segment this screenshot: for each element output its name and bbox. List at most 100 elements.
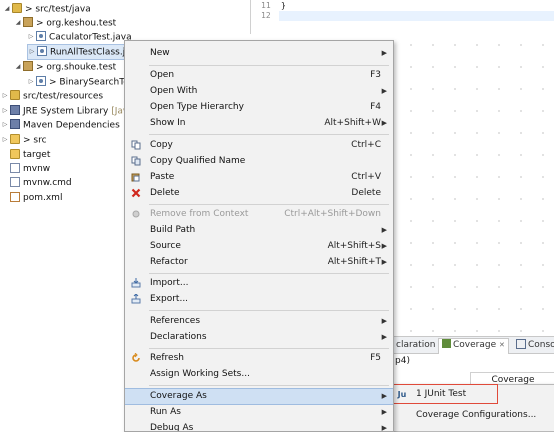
code-editor[interactable]: 11 } 12 bbox=[250, 0, 554, 34]
paste-icon bbox=[131, 173, 140, 182]
tree-item-maven-dependencies[interactable]: ▷ Maven Dependencies bbox=[1, 118, 120, 132]
tree-item-binary-search[interactable]: ▷ > BinarySearchTe bbox=[27, 75, 129, 89]
coverage-icon bbox=[442, 339, 451, 348]
submenu-arrow-icon: ▶ bbox=[381, 317, 387, 325]
menu-item-copy-qualified-name[interactable]: Copy Qualified Name bbox=[125, 153, 393, 169]
menu-item-assign-working-sets[interactable]: Assign Working Sets... bbox=[125, 366, 393, 382]
expand-arrow-icon[interactable]: ▷ bbox=[1, 118, 9, 132]
source-folder-icon bbox=[12, 3, 22, 13]
menu-item-build-path[interactable]: Build Path ▶ bbox=[125, 222, 393, 238]
tree-item-target[interactable]: target bbox=[10, 148, 50, 162]
java-file-icon bbox=[37, 46, 47, 56]
file-icon bbox=[10, 176, 20, 187]
tree-item-label: BinarySearchTe bbox=[59, 77, 129, 88]
menu-item-export[interactable]: Export... bbox=[125, 291, 393, 307]
shortcut-label: F3 bbox=[370, 70, 381, 80]
tab-console[interactable]: Conso bbox=[516, 338, 554, 352]
line-number: 12 bbox=[261, 11, 271, 20]
library-icon bbox=[10, 105, 20, 115]
expand-arrow-icon[interactable]: ▷ bbox=[1, 89, 9, 103]
menu-separator bbox=[149, 65, 389, 66]
menu-separator bbox=[149, 273, 389, 274]
tree-item-mvnw[interactable]: mvnw bbox=[10, 162, 50, 176]
collapse-arrow-icon[interactable]: ◢ bbox=[14, 60, 22, 74]
tree-item-package-shouke[interactable]: ◢ > org.shouke.test bbox=[14, 60, 116, 74]
menu-item-open-type-hierarchy[interactable]: Open Type Hierarchy F4 bbox=[125, 99, 393, 115]
shortcut-label: Ctrl+V bbox=[351, 172, 381, 182]
menu-separator bbox=[149, 385, 389, 386]
submenu-arrow-icon: ▶ bbox=[381, 333, 387, 341]
menu-separator bbox=[149, 348, 389, 349]
tree-item-label: target bbox=[23, 150, 51, 160]
code-line: } bbox=[281, 1, 286, 10]
xml-file-icon bbox=[10, 191, 20, 202]
remove-context-icon bbox=[132, 210, 140, 218]
menu-item-source[interactable]: Source Alt+Shift+S ▶ bbox=[125, 238, 393, 254]
tree-item-label: pom.xml bbox=[23, 193, 63, 203]
tree-item-src-test-resources[interactable]: ▷ src/test/resources bbox=[1, 89, 103, 103]
expand-arrow-icon[interactable]: ▷ bbox=[27, 75, 35, 89]
tree-item-label: mvnw bbox=[23, 164, 51, 174]
shortcut-label: Ctrl+C bbox=[351, 140, 381, 150]
tree-item-label: org.keshou.test bbox=[46, 18, 117, 29]
close-icon[interactable]: ✕ bbox=[499, 341, 505, 349]
menu-item-refactor[interactable]: Refactor Alt+Shift+T ▶ bbox=[125, 254, 393, 270]
tree-item-pom-xml[interactable]: pom.xml bbox=[10, 191, 62, 205]
submenu-item-coverage-configurations[interactable]: Coverage Configurations... bbox=[392, 407, 554, 424]
expand-arrow-icon[interactable]: ▷ bbox=[27, 30, 35, 44]
menu-item-coverage-as[interactable]: Coverage As ▶ bbox=[125, 388, 393, 405]
shortcut-label: Alt+Shift+S bbox=[327, 241, 381, 251]
collapse-arrow-icon[interactable]: ◢ bbox=[3, 2, 11, 16]
shortcut-label: F5 bbox=[370, 353, 381, 363]
shortcut-label: F4 bbox=[370, 102, 381, 112]
folder-open-icon bbox=[10, 148, 20, 159]
tree-item-mvnw-cmd[interactable]: mvnw.cmd bbox=[10, 176, 72, 190]
annotation-highlight-box bbox=[391, 384, 498, 404]
menu-item-debug-as[interactable]: Debug As ▶ bbox=[125, 420, 393, 432]
submenu-arrow-icon: ▶ bbox=[381, 49, 387, 57]
submenu-item-label: Coverage Configurations... bbox=[416, 410, 537, 420]
library-icon bbox=[10, 119, 20, 129]
java-file-icon bbox=[36, 31, 46, 41]
tab-declaration[interactable]: claration bbox=[396, 339, 435, 352]
menu-item-refresh[interactable]: Refresh F5 bbox=[125, 350, 393, 366]
java-file-icon bbox=[36, 76, 46, 86]
menu-separator bbox=[149, 310, 389, 311]
tree-item-package-keshou[interactable]: ◢ > org.keshou.test bbox=[14, 16, 116, 30]
line-number: 11 bbox=[261, 1, 271, 10]
menu-item-run-as[interactable]: Run As ▶ bbox=[125, 404, 393, 420]
menu-item-paste[interactable]: Paste Ctrl+V bbox=[125, 169, 393, 185]
import-icon bbox=[131, 278, 141, 288]
shortcut-label: Alt+Shift+T bbox=[327, 257, 381, 267]
folder-icon bbox=[10, 134, 20, 144]
menu-item-references[interactable]: References ▶ bbox=[125, 313, 393, 329]
menu-item-declarations[interactable]: Declarations ▶ bbox=[125, 329, 393, 345]
coverage-path-text: p4) bbox=[395, 356, 410, 366]
refresh-icon bbox=[132, 353, 140, 362]
expand-arrow-icon[interactable]: ▷ bbox=[1, 133, 9, 147]
tree-item-label: src bbox=[33, 135, 47, 146]
submenu-arrow-icon: ▶ bbox=[381, 424, 387, 432]
delete-icon bbox=[131, 188, 141, 198]
console-icon bbox=[516, 338, 526, 349]
tree-item-jre-library[interactable]: ▷ JRE System Library [Jav bbox=[1, 104, 128, 118]
menu-item-open-with[interactable]: Open With ▶ bbox=[125, 83, 393, 99]
tree-item-caculator-test[interactable]: ▷ CaculatorTest.java bbox=[27, 30, 132, 44]
menu-item-new[interactable]: New ▶ bbox=[125, 45, 393, 61]
tab-coverage[interactable]: Coverage ✕ bbox=[438, 338, 509, 354]
tree-item-src[interactable]: ▷ > src bbox=[1, 133, 47, 147]
menu-item-import[interactable]: Import... bbox=[125, 275, 393, 291]
expand-arrow-icon[interactable]: ▷ bbox=[1, 104, 9, 118]
tree-item-label: mvnw.cmd bbox=[23, 178, 72, 188]
menu-item-show-in[interactable]: Show In Alt+Shift+W ▶ bbox=[125, 115, 393, 131]
collapse-arrow-icon[interactable]: ◢ bbox=[14, 16, 22, 30]
menu-item-delete[interactable]: Delete Delete bbox=[125, 185, 393, 201]
menu-item-copy[interactable]: Copy Ctrl+C bbox=[125, 137, 393, 153]
shortcut-label: Ctrl+Alt+Shift+Down bbox=[284, 209, 381, 219]
menu-item-open[interactable]: Open F3 bbox=[125, 67, 393, 83]
expand-arrow-icon[interactable]: ▷ bbox=[28, 45, 36, 59]
copy-icon bbox=[131, 140, 141, 150]
menu-item-remove-from-context[interactable]: Remove from Context Ctrl+Alt+Shift+Down bbox=[125, 206, 393, 222]
submenu-arrow-icon: ▶ bbox=[381, 258, 387, 266]
tree-item-src-test-java[interactable]: ◢ > src/test/java bbox=[3, 2, 91, 16]
